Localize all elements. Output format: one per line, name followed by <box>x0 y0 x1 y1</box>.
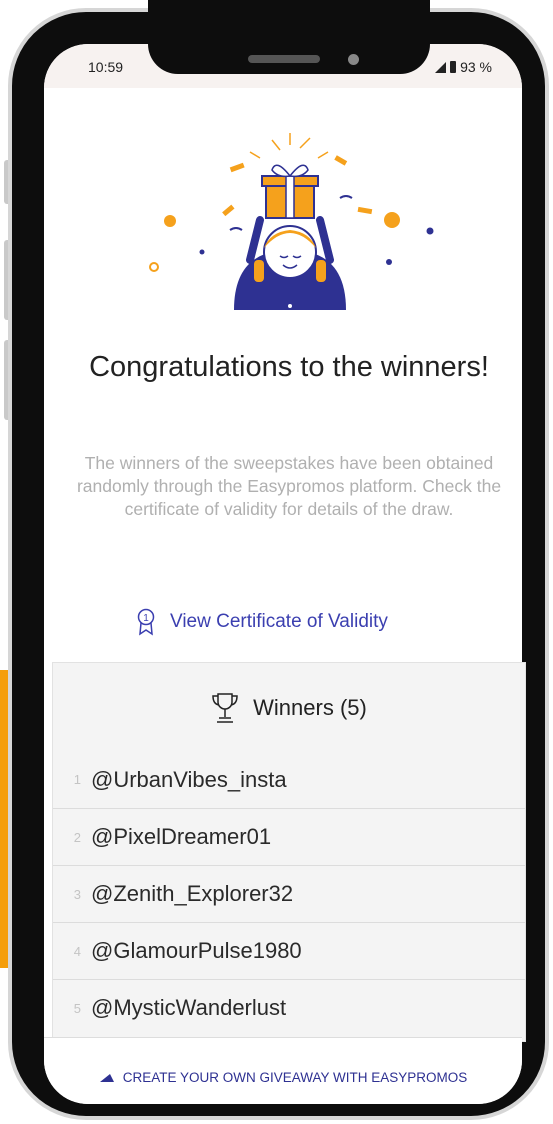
winner-rank: 3 <box>73 886 81 902</box>
winners-title: Winners (5) <box>253 695 367 720</box>
winner-row[interactable]: 2 @PixelDreamer01 <box>53 808 525 865</box>
winners-panel: Winners (5) 1 @UrbanVibes_insta 2 @Pixel… <box>52 662 526 1042</box>
winner-handle: @MysticWanderlust <box>91 995 287 1020</box>
view-certificate-link[interactable]: 1 View Certificate of Validity <box>136 608 388 636</box>
easypromos-logo-icon <box>99 1073 114 1082</box>
winner-rank: 5 <box>73 1000 81 1016</box>
ribbon-medal-icon: 1 <box>137 608 155 636</box>
winner-row[interactable]: 1 @UrbanVibes_insta <box>53 751 525 808</box>
speaker-grille <box>248 55 320 63</box>
create-giveaway-label: CREATE YOUR OWN GIVEAWAY WITH EASYPROMOS <box>122 1070 468 1085</box>
winner-handle: @GlamourPulse1980 <box>91 938 302 963</box>
winner-row[interactable]: 3 @Zenith_Explorer32 <box>53 865 525 922</box>
draw-description: The winners of the sweepstakes have been… <box>76 453 502 519</box>
battery-level: 93 % <box>460 59 492 75</box>
svg-text:1: 1 <box>143 613 149 624</box>
create-giveaway-link[interactable]: CREATE YOUR OWN GIVEAWAY WITH EASYPROMOS <box>44 1070 522 1085</box>
camera-dot <box>348 54 359 65</box>
certificate-link-label: View Certificate of Validity <box>170 611 388 632</box>
winner-row[interactable]: 5 @MysticWanderlust <box>53 979 525 1036</box>
winner-handle: @Zenith_Explorer32 <box>91 881 294 906</box>
footer-bar: CREATE YOUR OWN GIVEAWAY WITH EASYPROMOS <box>44 1037 522 1104</box>
winners-header: Winners (5) <box>53 691 525 725</box>
winner-rank: 4 <box>73 943 81 959</box>
celebration-illustration <box>149 133 434 310</box>
winner-rank: 1 <box>73 772 81 787</box>
winner-rank: 2 <box>73 829 81 845</box>
status-icons: 93 % <box>435 59 492 75</box>
congratulations-heading: Congratulations to the winners! <box>89 351 489 383</box>
winner-row[interactable]: 4 @GlamourPulse1980 <box>53 922 525 979</box>
battery-icon <box>450 61 457 73</box>
signal-icon <box>435 61 447 73</box>
winner-handle: @PixelDreamer01 <box>91 824 272 849</box>
status-time: 10:59 <box>88 59 124 75</box>
winner-handle: @UrbanVibes_insta <box>91 766 287 792</box>
trophy-icon <box>212 693 238 723</box>
